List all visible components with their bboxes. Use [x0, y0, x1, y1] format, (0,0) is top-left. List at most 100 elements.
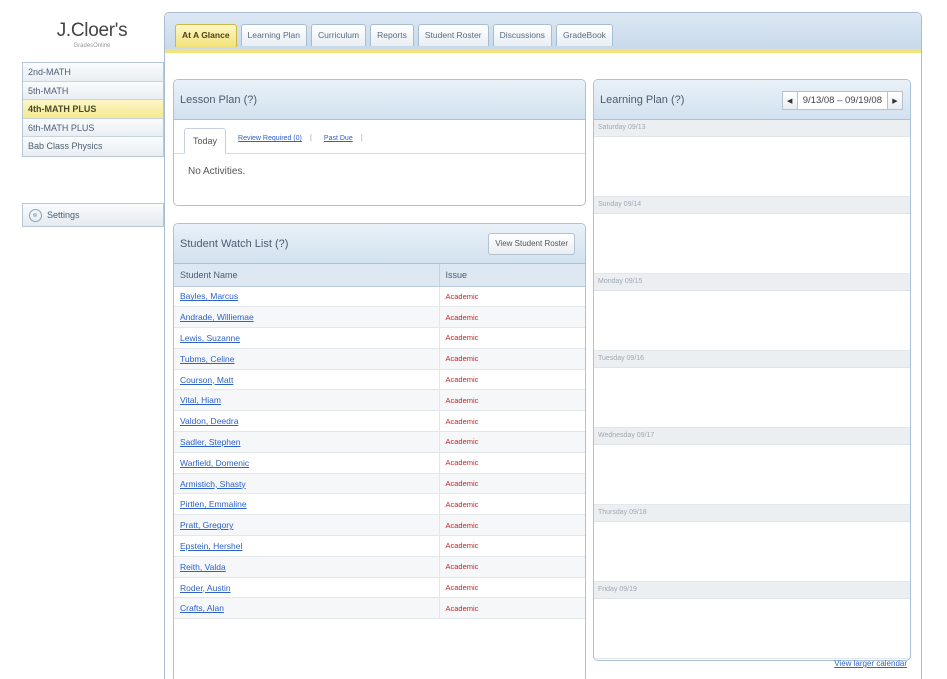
day-slot[interactable]: Friday 09/19 — [594, 582, 910, 659]
issue-cell: Academic — [438, 286, 585, 308]
class-item[interactable]: 5th-MATH — [23, 81, 163, 100]
student-link[interactable]: Tubms, Celine — [180, 354, 234, 364]
issue-cell: Academic — [438, 369, 585, 391]
student-link[interactable]: Epstein, Hershel — [180, 541, 242, 551]
student-name-cell: Pratt, Gregory — [174, 514, 439, 537]
table-row: Andrade, Williemae Academic — [174, 306, 585, 329]
day-label: Thursday 09/18 — [594, 505, 910, 522]
issue-cell: Academic — [438, 410, 585, 433]
student-link[interactable]: Pirtlen, Emmaline — [180, 499, 247, 509]
learning-plan-header: Learning Plan (?) ◀ 9/13/08 – 09/19/08 ▶ — [594, 80, 910, 120]
col-issue[interactable]: Issue — [438, 264, 585, 287]
table-row: Roder, Austin Academic — [174, 577, 585, 599]
issue-cell: Academic — [438, 473, 585, 495]
tab-reports[interactable]: Reports — [370, 24, 414, 46]
class-item[interactable]: Bab Class Physics — [23, 137, 163, 156]
lesson-plan-subtabs: Today Review Required (0) | Past Due | — [174, 120, 585, 154]
issue-cell: Academic — [438, 389, 585, 412]
tab-at-a-glance[interactable]: At A Glance — [175, 24, 237, 47]
class-item-active[interactable]: 4th-MATH PLUS — [23, 100, 163, 119]
student-link[interactable]: Roder, Austin — [180, 583, 231, 593]
issue-cell: Academic — [438, 493, 585, 516]
day-label: Friday 09/19 — [594, 582, 910, 599]
issue-cell: Academic — [438, 306, 585, 329]
table-row: Lewis, Suzanne Academic — [174, 327, 585, 349]
tab-gradebook[interactable]: GradeBook — [555, 24, 613, 46]
student-name-cell: Bayles, Marcus — [174, 286, 439, 308]
student-link[interactable]: Andrade, Williemae — [180, 312, 254, 322]
student-link[interactable]: Reith, Valda — [180, 562, 226, 572]
issue-cell: Academic — [438, 556, 585, 578]
day-slot[interactable]: Tuesday 09/16 — [594, 351, 910, 428]
student-name-cell: Lewis, Suzanne — [174, 327, 439, 349]
table-row: Reith, Valda Academic — [174, 556, 585, 578]
table-row: Epstein, Hershel Academic — [174, 535, 585, 557]
class-item[interactable]: 2nd-MATH — [23, 63, 163, 82]
student-name-cell: Epstein, Hershel — [174, 535, 439, 557]
table-row: Valdon, Deedra Academic — [174, 410, 585, 433]
next-week-button[interactable]: ▶ — [887, 91, 903, 110]
student-name-cell: Warfield, Domenic — [174, 452, 439, 474]
issue-cell: Academic — [438, 514, 585, 537]
student-link[interactable]: Courson, Matt — [180, 375, 233, 385]
gear-icon — [29, 208, 42, 222]
learning-plan-title: Learning Plan (?) — [600, 93, 685, 106]
day-slot[interactable]: Sunday 09/14 — [594, 197, 910, 274]
table-row: Sadler, Stephen Academic — [174, 431, 585, 453]
day-label: Monday 09/15 — [594, 274, 910, 291]
student-link[interactable]: Vital, Hiam — [180, 395, 221, 405]
view-larger-calendar-link[interactable]: View larger calendar — [834, 659, 907, 668]
student-name-cell: Pirtlen, Emmaline — [174, 493, 439, 516]
issue-cell: Academic — [438, 577, 585, 599]
tab-curriculum[interactable]: Curriculum — [311, 24, 367, 46]
student-link[interactable]: Crafts, Alan — [180, 603, 224, 613]
table-row: Pratt, Gregory Academic — [174, 514, 585, 537]
tab-discussions[interactable]: Discussions — [492, 24, 552, 46]
student-link[interactable]: Pratt, Gregory — [180, 520, 233, 530]
day-label: Saturday 09/13 — [594, 120, 910, 137]
day-list: Saturday 09/13 Sunday 09/14 Monday 09/15 Tu… — [594, 120, 910, 659]
tab-bar: At A Glance Learning Plan Curriculum Rep… — [165, 13, 921, 53]
separator: | — [309, 133, 312, 142]
student-link[interactable]: Valdon, Deedra — [180, 416, 238, 426]
student-link[interactable]: Bayles, Marcus — [180, 291, 238, 301]
no-activities-text: No Activities. — [188, 166, 246, 177]
day-label: Sunday 09/14 — [594, 197, 910, 214]
review-required-link[interactable]: Review Required (0) — [238, 135, 302, 142]
issue-cell: Academic — [438, 327, 585, 349]
day-slot[interactable]: Saturday 09/13 — [594, 120, 910, 197]
day-slot[interactable]: Thursday 09/18 — [594, 505, 910, 582]
brand-subtitle: GradesOnline — [73, 43, 111, 49]
student-name-cell: Roder, Austin — [174, 577, 439, 599]
class-item[interactable]: 6th-MATH PLUS — [23, 118, 163, 137]
student-name-cell: Tubms, Celine — [174, 348, 439, 370]
col-student-name[interactable]: Student Name — [174, 264, 439, 287]
past-due-link[interactable]: Past Due — [324, 135, 353, 142]
student-link[interactable]: Sadler, Stephen — [180, 437, 241, 447]
table-row: Bayles, Marcus Academic — [174, 286, 585, 308]
tab-learning-plan[interactable]: Learning Plan — [240, 24, 308, 46]
student-name-cell: Vital, Hiam — [174, 389, 439, 412]
issue-cell: Academic — [438, 348, 585, 370]
settings-button[interactable]: Settings — [22, 203, 164, 227]
day-slot[interactable]: Wednesday 09/17 — [594, 428, 910, 505]
view-student-roster-button[interactable]: View Student Roster — [488, 233, 575, 255]
table-row: Tubms, Celine Academic — [174, 348, 585, 370]
separator: | — [360, 133, 363, 142]
student-link[interactable]: Armistich, Shasty — [180, 479, 246, 489]
day-slot[interactable]: Monday 09/15 — [594, 274, 910, 351]
brand: J.Cloer's GradesOnline — [22, 20, 162, 49]
brand-title: J.Cloer's — [56, 20, 128, 41]
lesson-plan-title: Lesson Plan (?) — [174, 80, 585, 120]
tab-student-roster[interactable]: Student Roster — [417, 24, 489, 46]
date-range: 9/13/08 – 09/19/08 — [797, 91, 887, 110]
issue-cell: Academic — [438, 452, 585, 474]
prev-week-button[interactable]: ◀ — [781, 91, 798, 110]
student-link[interactable]: Lewis, Suzanne — [180, 333, 240, 343]
tab-today[interactable]: Today — [184, 128, 227, 154]
student-watch-list-panel: Student Watch List (?) View Student Rost… — [173, 223, 586, 679]
student-name-cell: Andrade, Williemae — [174, 306, 439, 329]
student-link[interactable]: Warfield, Domenic — [180, 458, 249, 468]
student-name-cell: Crafts, Alan — [174, 597, 439, 620]
watch-list-table: Student Name Issue Bayles, Marcus Academi… — [174, 264, 585, 620]
